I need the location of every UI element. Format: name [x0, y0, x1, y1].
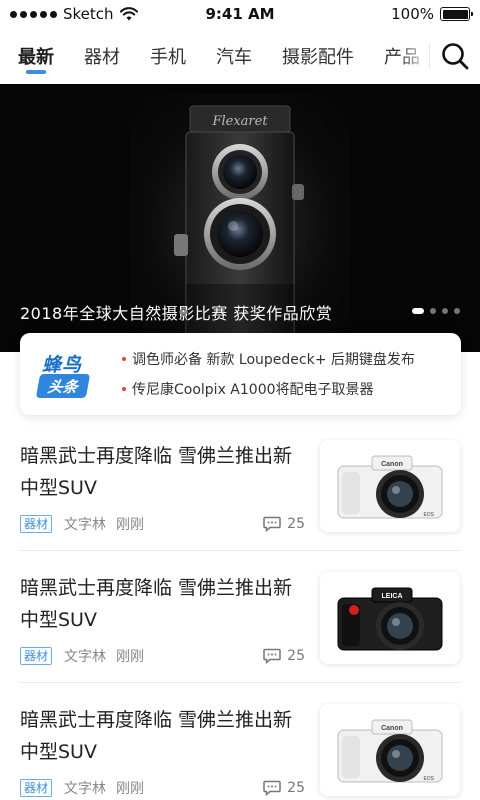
news-list: 调色师必备 新款 Loupedeck+ 后期键盘发布 传尼康Coolpix A1… — [122, 349, 415, 399]
author-name: 文字林 — [64, 781, 107, 797]
category-tag[interactable]: 器材 — [20, 779, 53, 797]
search-icon — [442, 43, 469, 70]
tab-0[interactable]: 最新 — [18, 28, 54, 84]
news-item-text: 传尼康Coolpix A1000将配电子取景器 — [132, 382, 374, 398]
status-left: Sketch — [10, 5, 138, 23]
signal-dots-icon — [10, 10, 57, 18]
hero-banner[interactable]: Flexaret 2018年全球大自然摄影比赛 获奖作品欣赏 — [0, 84, 480, 352]
search-button[interactable] — [430, 28, 480, 84]
battery-icon — [440, 7, 473, 21]
camera-thumbnail-image: LEICA — [337, 587, 443, 651]
comment-icon — [263, 648, 281, 664]
news-item[interactable]: 调色师必备 新款 Loupedeck+ 后期键盘发布 — [122, 349, 415, 369]
category-tabs: 最新器材手机汽车摄影配件产品 — [0, 28, 429, 84]
status-right: 100% — [391, 5, 473, 23]
carousel-dot[interactable] — [430, 308, 436, 314]
tab-label: 器材 — [84, 47, 120, 68]
carousel-dot[interactable] — [412, 308, 424, 314]
comment-count-button[interactable]: 25 — [263, 780, 305, 796]
news-item-text: 调色师必备 新款 Loupedeck+ 后期键盘发布 — [132, 352, 415, 368]
svg-text:Canon: Canon — [381, 461, 403, 468]
tabs-fade — [399, 28, 429, 84]
battery-fill — [442, 9, 468, 19]
article-item[interactable]: 暗黑武士再度降临 雪佛兰推出新中型SUV 器材 文字林 刚刚 25 Canon — [0, 440, 480, 570]
news-headlines-card[interactable]: 蜂鸟 头条 调色师必备 新款 Loupedeck+ 后期键盘发布 传尼康Cool… — [20, 333, 461, 415]
tab-label: 手机 — [150, 47, 186, 68]
active-tab-indicator — [26, 70, 46, 74]
comment-count-button[interactable]: 25 — [263, 516, 305, 532]
publish-time: 刚刚 — [116, 781, 145, 797]
brand-logo-top: 蜂鸟 — [42, 354, 83, 376]
tab-2[interactable]: 手机 — [150, 28, 186, 84]
divider — [20, 682, 460, 683]
comment-icon — [263, 780, 281, 796]
article-thumbnail[interactable]: LEICA — [320, 572, 460, 664]
hero-caption: 2018年全球大自然摄影比赛 获奖作品欣赏 — [20, 304, 333, 323]
article-title[interactable]: 暗黑武士再度降临 雪佛兰推出新中型SUV — [20, 572, 310, 636]
hero-camera-brand: Flexaret — [211, 114, 268, 129]
carrier-name: Sketch — [63, 5, 114, 23]
carousel-dot[interactable] — [454, 308, 460, 314]
article-title[interactable]: 暗黑武士再度降临 雪佛兰推出新中型SUV — [20, 704, 310, 768]
divider — [20, 550, 460, 551]
tab-3[interactable]: 汽车 — [216, 28, 252, 84]
article-meta: 器材 文字林 刚刚 25 — [20, 514, 305, 534]
carousel-indicator — [412, 308, 460, 314]
carousel-dot[interactable] — [442, 308, 448, 314]
status-bar: Sketch 9:41 AM 100% — [0, 0, 480, 28]
publish-time: 刚刚 — [116, 517, 145, 533]
article-item[interactable]: 暗黑武士再度降临 雪佛兰推出新中型SUV 器材 文字林 刚刚 25 Canon — [0, 704, 480, 800]
article-thumbnail[interactable]: Canon EOS — [320, 440, 460, 532]
comment-icon — [263, 516, 281, 532]
bullet-icon — [122, 357, 126, 361]
comment-count-button[interactable]: 25 — [263, 648, 305, 664]
bullet-icon — [122, 387, 126, 391]
comment-count: 25 — [287, 516, 305, 532]
article-meta: 器材 文字林 刚刚 25 — [20, 778, 305, 798]
category-tab-bar: 最新器材手机汽车摄影配件产品 — [0, 28, 480, 84]
camera-thumbnail-image: Canon EOS — [337, 455, 443, 519]
svg-text:EOS: EOS — [423, 776, 434, 782]
news-item[interactable]: 传尼康Coolpix A1000将配电子取景器 — [122, 379, 415, 399]
comment-count: 25 — [287, 780, 305, 796]
article-thumbnail[interactable]: Canon EOS — [320, 704, 460, 796]
battery-percent: 100% — [391, 5, 434, 23]
article-title[interactable]: 暗黑武士再度降临 雪佛兰推出新中型SUV — [20, 440, 310, 504]
author-name: 文字林 — [64, 649, 107, 665]
svg-text:LEICA: LEICA — [382, 593, 403, 600]
category-tag[interactable]: 器材 — [20, 647, 53, 665]
category-tag[interactable]: 器材 — [20, 515, 53, 533]
article-item[interactable]: 暗黑武士再度降临 雪佛兰推出新中型SUV 器材 文字林 刚刚 25 LEICA — [0, 572, 480, 702]
tab-4[interactable]: 摄影配件 — [282, 28, 354, 84]
tab-label: 汽车 — [216, 47, 252, 68]
tab-1[interactable]: 器材 — [84, 28, 120, 84]
comment-count: 25 — [287, 648, 305, 664]
svg-text:EOS: EOS — [423, 512, 434, 518]
wifi-icon — [119, 7, 138, 21]
brand-logo-bottom: 头条 — [35, 374, 91, 398]
svg-text:Canon: Canon — [381, 725, 403, 732]
brand-logo: 蜂鸟 头条 — [35, 346, 114, 402]
author-name: 文字林 — [64, 517, 107, 533]
publish-time: 刚刚 — [116, 649, 145, 665]
article-meta: 器材 文字林 刚刚 25 — [20, 646, 305, 666]
camera-thumbnail-image: Canon EOS — [337, 719, 443, 783]
tab-label: 最新 — [18, 47, 54, 68]
tab-label: 摄影配件 — [282, 47, 354, 68]
